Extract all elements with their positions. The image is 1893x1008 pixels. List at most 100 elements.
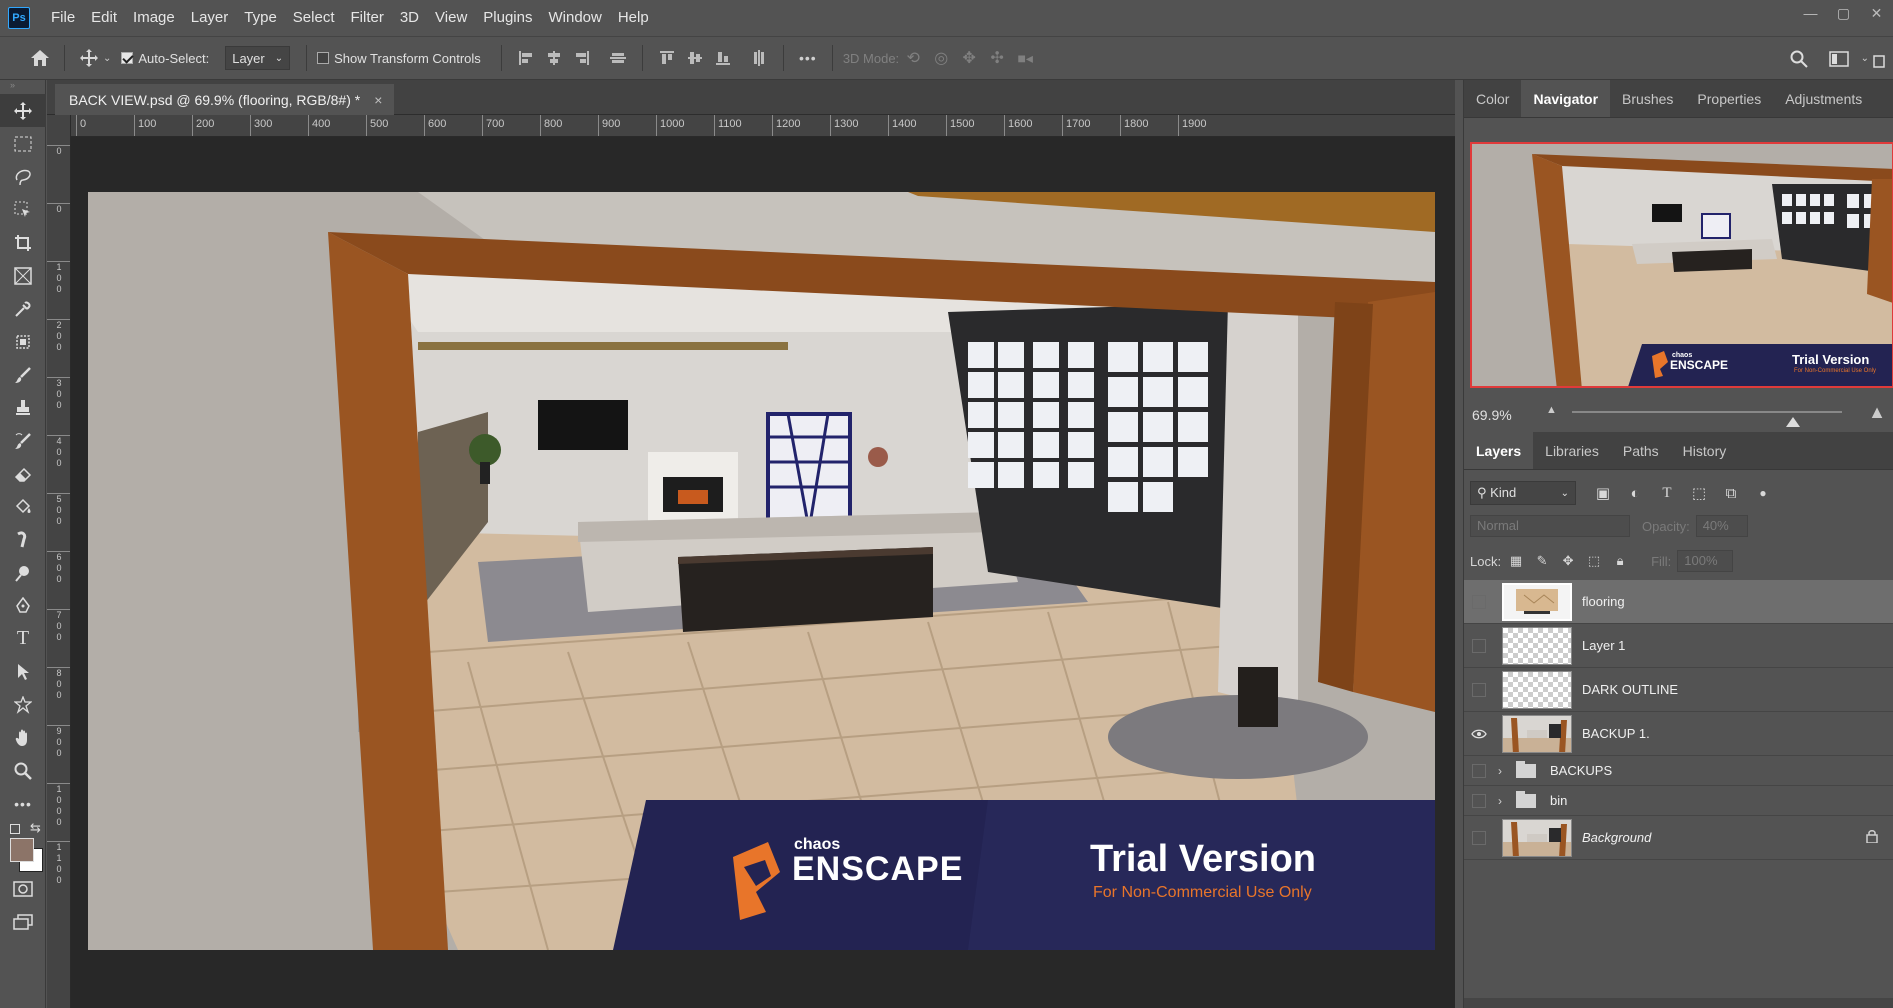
eye-icon[interactable] xyxy=(1464,712,1494,755)
show-transform-checkbox[interactable] xyxy=(317,52,330,64)
menu-layer[interactable]: Layer xyxy=(183,0,237,36)
close-tab-icon[interactable]: × xyxy=(374,92,382,108)
visibility-toggle[interactable] xyxy=(1464,580,1494,623)
quick-mask-icon[interactable] xyxy=(0,872,46,905)
distribute-icon[interactable] xyxy=(604,44,632,72)
menu-window[interactable]: Window xyxy=(540,0,609,36)
menu-view[interactable]: View xyxy=(427,0,475,36)
layer-row-backups-group[interactable]: › BACKUPS xyxy=(1464,756,1893,786)
align-middle-icon[interactable] xyxy=(681,44,709,72)
frame-tool-icon[interactable] xyxy=(0,259,46,292)
menu-edit[interactable]: Edit xyxy=(83,0,125,36)
slide-3d-icon[interactable]: ✣ xyxy=(983,44,1011,72)
filter-kind-dropdown[interactable]: ⚲ Kind ⌄ xyxy=(1470,481,1576,505)
menu-file[interactable]: File xyxy=(43,0,83,36)
tab-color[interactable]: Color xyxy=(1464,80,1521,117)
menu-help[interactable]: Help xyxy=(610,0,657,36)
lasso-tool-icon[interactable] xyxy=(0,160,46,193)
filter-adjustment-icon[interactable]: ◐ xyxy=(1622,485,1648,502)
close-window-button[interactable]: ✕ xyxy=(1860,0,1893,28)
default-colors-icon[interactable] xyxy=(10,824,20,834)
filter-type-icon[interactable]: T xyxy=(1654,485,1680,502)
type-tool-icon[interactable]: T xyxy=(0,622,46,655)
visibility-toggle[interactable] xyxy=(1464,624,1494,667)
visibility-toggle[interactable] xyxy=(1464,816,1494,859)
tab-navigator[interactable]: Navigator xyxy=(1521,80,1611,117)
tab-libraries[interactable]: Libraries xyxy=(1533,432,1611,469)
tab-layers[interactable]: Layers xyxy=(1464,432,1534,469)
crop-tool-icon[interactable] xyxy=(0,226,46,259)
layer-row-flooring[interactable]: flooring xyxy=(1464,580,1893,624)
document-tab[interactable]: BACK VIEW.psd @ 69.9% (flooring, RGB/8#)… xyxy=(55,84,395,115)
zoom-slider-handle[interactable] xyxy=(1786,417,1801,427)
pen-tool-icon[interactable] xyxy=(0,589,46,622)
menu-select[interactable]: Select xyxy=(285,0,343,36)
lock-all-icon[interactable]: 🔒︎ xyxy=(1609,553,1631,569)
zoom-in-icon[interactable]: ▲ xyxy=(1868,402,1886,423)
visibility-toggle[interactable] xyxy=(1464,786,1494,815)
lock-position-icon[interactable]: ✥ xyxy=(1557,553,1579,569)
minimize-button[interactable]: — xyxy=(1794,0,1827,28)
tab-brushes[interactable]: Brushes xyxy=(1610,80,1685,117)
move-tool-icon[interactable] xyxy=(0,94,46,127)
filter-toggle-icon[interactable]: ● xyxy=(1750,486,1776,500)
filter-pixel-icon[interactable]: ▣ xyxy=(1590,484,1616,502)
canvas[interactable]: chaos ENSCAPE Trial Version For Non-Comm… xyxy=(88,192,1435,950)
zoom-value[interactable]: 69.9% xyxy=(1472,407,1512,423)
tab-adjustments[interactable]: Adjustments xyxy=(1773,80,1874,117)
distribute-vertical-icon[interactable] xyxy=(745,44,773,72)
workspace-icon[interactable] xyxy=(1825,45,1853,73)
chevron-right-icon[interactable]: › xyxy=(1498,794,1512,808)
smudge-tool-icon[interactable] xyxy=(0,523,46,556)
panel-collapse-icon[interactable]: » xyxy=(0,80,45,94)
zoom-slider[interactable] xyxy=(1572,411,1842,427)
camera-3d-icon[interactable]: ■◂ xyxy=(1011,44,1039,72)
opacity-field[interactable]: 40% xyxy=(1695,515,1748,537)
home-icon[interactable] xyxy=(26,44,54,72)
filter-smart-object-icon[interactable]: ⧉ xyxy=(1718,485,1744,502)
lock-artboard-icon[interactable]: ⬚ xyxy=(1583,553,1605,569)
vertical-ruler[interactable]: 0 0 100 200 300 400 500 600 700 800 900 1000 1100 xyxy=(47,115,71,1008)
filter-shape-icon[interactable]: ⬚ xyxy=(1686,484,1712,502)
zoom-out-icon[interactable]: ▲ xyxy=(1546,404,1557,416)
brush-tool-icon[interactable] xyxy=(0,358,46,391)
foreground-color-swatch[interactable] xyxy=(10,838,34,862)
align-left-icon[interactable] xyxy=(512,44,540,72)
auto-select-target-dropdown[interactable]: Layer ⌄ xyxy=(225,46,291,70)
path-selection-tool-icon[interactable] xyxy=(0,655,46,688)
blend-mode-dropdown[interactable]: Normal xyxy=(1470,515,1630,537)
swap-colors-icon[interactable]: ⇆ xyxy=(30,820,41,836)
fill-field[interactable]: 100% xyxy=(1677,550,1734,572)
visibility-toggle[interactable] xyxy=(1464,668,1494,711)
tab-paths[interactable]: Paths xyxy=(1611,432,1671,469)
edit-toolbar-icon[interactable]: ••• xyxy=(0,787,46,820)
roll-3d-icon[interactable]: ◎ xyxy=(927,44,955,72)
align-top-icon[interactable] xyxy=(653,44,681,72)
lock-image-icon[interactable]: ✎ xyxy=(1531,553,1553,569)
eraser-tool-icon[interactable] xyxy=(0,457,46,490)
dodge-tool-icon[interactable] xyxy=(0,556,46,589)
auto-select-checkbox[interactable] xyxy=(121,52,134,64)
healing-brush-tool-icon[interactable] xyxy=(0,325,46,358)
visibility-toggle[interactable] xyxy=(1464,756,1494,785)
layer-row-background[interactable]: Background xyxy=(1464,816,1893,860)
layer-row-layer-1[interactable]: Layer 1 xyxy=(1464,624,1893,668)
share-icon[interactable] xyxy=(1865,45,1893,73)
hand-tool-icon[interactable] xyxy=(0,721,46,754)
lock-transparent-icon[interactable]: ▦ xyxy=(1505,553,1527,569)
menu-plugins[interactable]: Plugins xyxy=(475,0,540,36)
align-right-icon[interactable] xyxy=(568,44,596,72)
marquee-tool-icon[interactable] xyxy=(0,127,46,160)
align-bottom-icon[interactable] xyxy=(709,44,737,72)
more-options-icon[interactable]: ••• xyxy=(794,44,822,72)
screen-mode-icon[interactable] xyxy=(0,905,46,938)
menu-image[interactable]: Image xyxy=(125,0,183,36)
layer-row-bin-group[interactable]: › bin xyxy=(1464,786,1893,816)
move-tool-icon[interactable] xyxy=(75,44,103,72)
tab-properties[interactable]: Properties xyxy=(1685,80,1773,117)
chevron-down-icon[interactable]: ⌄ xyxy=(103,53,111,64)
pan-3d-icon[interactable]: ✥ xyxy=(955,44,983,72)
paint-bucket-tool-icon[interactable] xyxy=(0,490,46,523)
menu-filter[interactable]: Filter xyxy=(343,0,392,36)
align-center-icon[interactable] xyxy=(540,44,568,72)
